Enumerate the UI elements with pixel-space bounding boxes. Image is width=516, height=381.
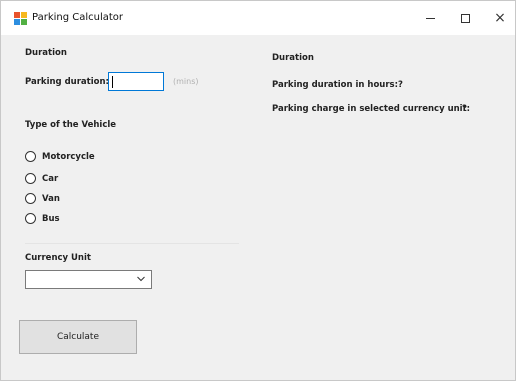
radio-label: Van bbox=[42, 193, 60, 204]
result-duration-heading: Duration bbox=[272, 53, 314, 63]
maximize-button[interactable] bbox=[450, 6, 480, 30]
radio-label: Car bbox=[42, 173, 59, 184]
close-button[interactable]: × bbox=[485, 6, 515, 30]
text-caret bbox=[112, 76, 113, 88]
parking-calculator-window: Parking Calculator × Duration Parking du… bbox=[0, 0, 516, 381]
radio-label: Bus bbox=[42, 213, 60, 224]
calculate-button-label: Calculate bbox=[56, 332, 100, 342]
hours-value: ? bbox=[398, 80, 403, 90]
duration-unit-hint: (mins) bbox=[173, 77, 199, 86]
parking-duration-input[interactable] bbox=[108, 72, 164, 91]
minimize-button[interactable] bbox=[415, 6, 445, 30]
radio-circle-icon[interactable] bbox=[25, 213, 36, 224]
form-body: Duration Parking duration: (mins) Type o… bbox=[1, 35, 515, 380]
parking-duration-label: Parking duration: bbox=[25, 77, 109, 87]
radio-bus[interactable]: Bus bbox=[25, 213, 60, 224]
charge-value: ? bbox=[462, 104, 467, 114]
radio-car[interactable]: Car bbox=[25, 173, 58, 184]
chevron-down-icon bbox=[137, 276, 145, 282]
radio-van[interactable]: Van bbox=[25, 193, 60, 204]
radio-circle-icon[interactable] bbox=[25, 151, 36, 162]
radio-circle-icon[interactable] bbox=[25, 173, 36, 184]
calculate-button[interactable]: Calculate bbox=[19, 320, 137, 354]
close-icon: × bbox=[494, 10, 506, 26]
radio-motorcycle[interactable]: Motorcycle bbox=[25, 151, 95, 162]
charge-label: Parking charge in selected currency unit… bbox=[272, 104, 471, 114]
radio-label: Motorcycle bbox=[42, 151, 95, 162]
title-bar: Parking Calculator × bbox=[1, 1, 515, 35]
minimize-icon bbox=[425, 17, 435, 19]
hours-label: Parking duration in hours: bbox=[272, 80, 398, 90]
radio-circle-icon[interactable] bbox=[25, 193, 36, 204]
section-divider bbox=[25, 243, 239, 244]
vehicle-type-heading: Type of the Vehicle bbox=[25, 120, 117, 130]
currency-unit-select[interactable] bbox=[25, 270, 152, 289]
window-title: Parking Calculator bbox=[32, 12, 124, 23]
app-icon bbox=[14, 12, 27, 25]
duration-heading: Duration bbox=[25, 48, 67, 58]
maximize-icon bbox=[460, 13, 470, 23]
currency-unit-heading: Currency Unit bbox=[25, 253, 91, 263]
